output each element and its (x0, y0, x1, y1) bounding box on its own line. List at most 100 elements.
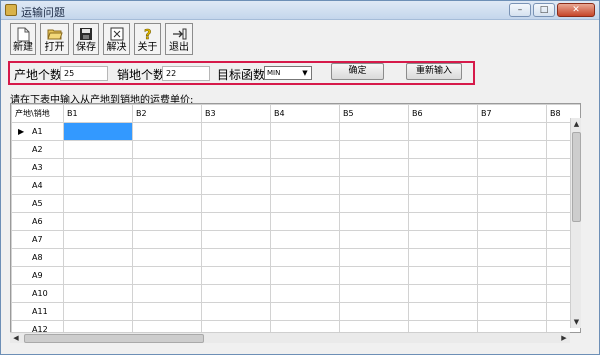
grid-cell[interactable] (339, 140, 409, 159)
grid-cell[interactable] (477, 140, 547, 159)
new-button[interactable]: 新建 (10, 23, 36, 55)
grid-cell[interactable] (270, 302, 340, 321)
grid-cell[interactable] (408, 194, 478, 213)
grid-cell[interactable] (201, 266, 271, 285)
grid-cell[interactable] (132, 248, 202, 267)
grid-cell[interactable] (339, 194, 409, 213)
row-header[interactable]: A10 (11, 284, 64, 303)
grid-cell[interactable] (201, 122, 271, 141)
grid-cell[interactable] (63, 248, 133, 267)
grid-cell[interactable] (270, 284, 340, 303)
grid-cell[interactable] (408, 140, 478, 159)
grid-cell[interactable] (477, 230, 547, 249)
grid-cell[interactable] (408, 158, 478, 177)
row-header[interactable]: A3 (11, 158, 64, 177)
grid-cell[interactable] (339, 176, 409, 195)
grid-cell[interactable] (63, 176, 133, 195)
row-header[interactable]: A2 (11, 140, 64, 159)
exit-button[interactable]: 退出 (165, 23, 193, 55)
grid-cell[interactable] (63, 230, 133, 249)
destinations-count-input[interactable]: 22 (162, 66, 210, 81)
row-header[interactable]: A11 (11, 302, 64, 321)
reenter-button[interactable]: 重新输入 (406, 63, 462, 80)
grid-cell[interactable] (132, 140, 202, 159)
column-header[interactable]: B2 (132, 104, 202, 123)
scroll-down-icon[interactable]: ▼ (571, 316, 582, 328)
grid-cell[interactable] (132, 284, 202, 303)
grid-cell[interactable] (270, 140, 340, 159)
grid-cell[interactable] (132, 194, 202, 213)
grid-cell[interactable] (339, 122, 409, 141)
grid-cell[interactable] (132, 302, 202, 321)
row-header[interactable]: A5 (11, 194, 64, 213)
grid-cell[interactable] (270, 266, 340, 285)
scroll-up-icon[interactable]: ▲ (571, 118, 582, 130)
grid-cell[interactable] (270, 212, 340, 231)
grid-cell[interactable] (132, 176, 202, 195)
column-header[interactable]: B4 (270, 104, 340, 123)
row-header[interactable]: A6 (11, 212, 64, 231)
grid-cell[interactable] (270, 248, 340, 267)
grid-cell[interactable] (339, 158, 409, 177)
horizontal-scroll-thumb[interactable] (24, 334, 204, 343)
open-button[interactable]: 打开 (40, 23, 69, 55)
grid-cell[interactable] (408, 248, 478, 267)
title-bar[interactable]: 运输问题 – □ ✕ (1, 1, 599, 20)
grid-cell[interactable] (201, 158, 271, 177)
grid-cell[interactable] (201, 248, 271, 267)
row-header[interactable]: A9 (11, 266, 64, 285)
grid-cell[interactable] (477, 122, 547, 141)
grid-cell[interactable] (408, 284, 478, 303)
grid-cell[interactable] (63, 158, 133, 177)
grid-cell[interactable] (339, 212, 409, 231)
grid-cell[interactable] (477, 266, 547, 285)
grid-cell[interactable] (408, 212, 478, 231)
row-header[interactable]: A8 (11, 248, 64, 267)
grid-cell[interactable] (63, 266, 133, 285)
grid-cell[interactable] (339, 248, 409, 267)
grid-cell[interactable] (63, 140, 133, 159)
grid-cell[interactable] (270, 122, 340, 141)
grid-cell[interactable] (477, 302, 547, 321)
column-header[interactable]: B3 (201, 104, 271, 123)
cost-grid[interactable]: 产地\销地 B1 B2 B3 B4 B5 B6 B7 B8 ▶ A1 A2 A3 A4 A5 A6 A7 A8… (10, 103, 581, 333)
grid-cell[interactable] (201, 284, 271, 303)
vertical-scroll-thumb[interactable] (572, 132, 581, 222)
scroll-left-icon[interactable]: ◀ (10, 333, 22, 344)
solve-button[interactable]: 解决 (103, 23, 130, 55)
grid-cell[interactable] (201, 230, 271, 249)
grid-cell[interactable] (201, 212, 271, 231)
column-header[interactable]: B7 (477, 104, 547, 123)
grid-cell[interactable] (132, 230, 202, 249)
grid-cell[interactable] (201, 302, 271, 321)
grid-cell[interactable] (477, 284, 547, 303)
grid-cell[interactable] (339, 302, 409, 321)
horizontal-scrollbar[interactable]: ◀ ▶ (10, 332, 570, 343)
row-header[interactable]: ▶ A1 (11, 122, 64, 141)
grid-cell[interactable] (132, 158, 202, 177)
column-header[interactable]: B5 (339, 104, 409, 123)
grid-cell[interactable] (63, 212, 133, 231)
grid-cell[interactable] (270, 176, 340, 195)
grid-cell[interactable] (201, 194, 271, 213)
vertical-scrollbar[interactable]: ▲ ▼ (570, 118, 581, 328)
grid-cell[interactable] (63, 284, 133, 303)
grid-cell[interactable] (477, 248, 547, 267)
grid-cell[interactable] (63, 302, 133, 321)
row-header[interactable]: A4 (11, 176, 64, 195)
minimize-button[interactable]: – (509, 3, 531, 17)
column-header[interactable]: B6 (408, 104, 478, 123)
grid-cell[interactable] (477, 194, 547, 213)
grid-cell[interactable] (132, 266, 202, 285)
origins-count-input[interactable]: 25 (60, 66, 108, 81)
close-button[interactable]: ✕ (557, 3, 595, 17)
column-header[interactable]: B1 (63, 104, 133, 123)
grid-cell[interactable] (132, 212, 202, 231)
row-header[interactable]: A7 (11, 230, 64, 249)
grid-cell[interactable] (339, 284, 409, 303)
grid-cell[interactable] (408, 176, 478, 195)
grid-cell[interactable] (477, 176, 547, 195)
grid-cell[interactable] (408, 302, 478, 321)
grid-cell[interactable] (339, 266, 409, 285)
grid-cell[interactable] (201, 176, 271, 195)
